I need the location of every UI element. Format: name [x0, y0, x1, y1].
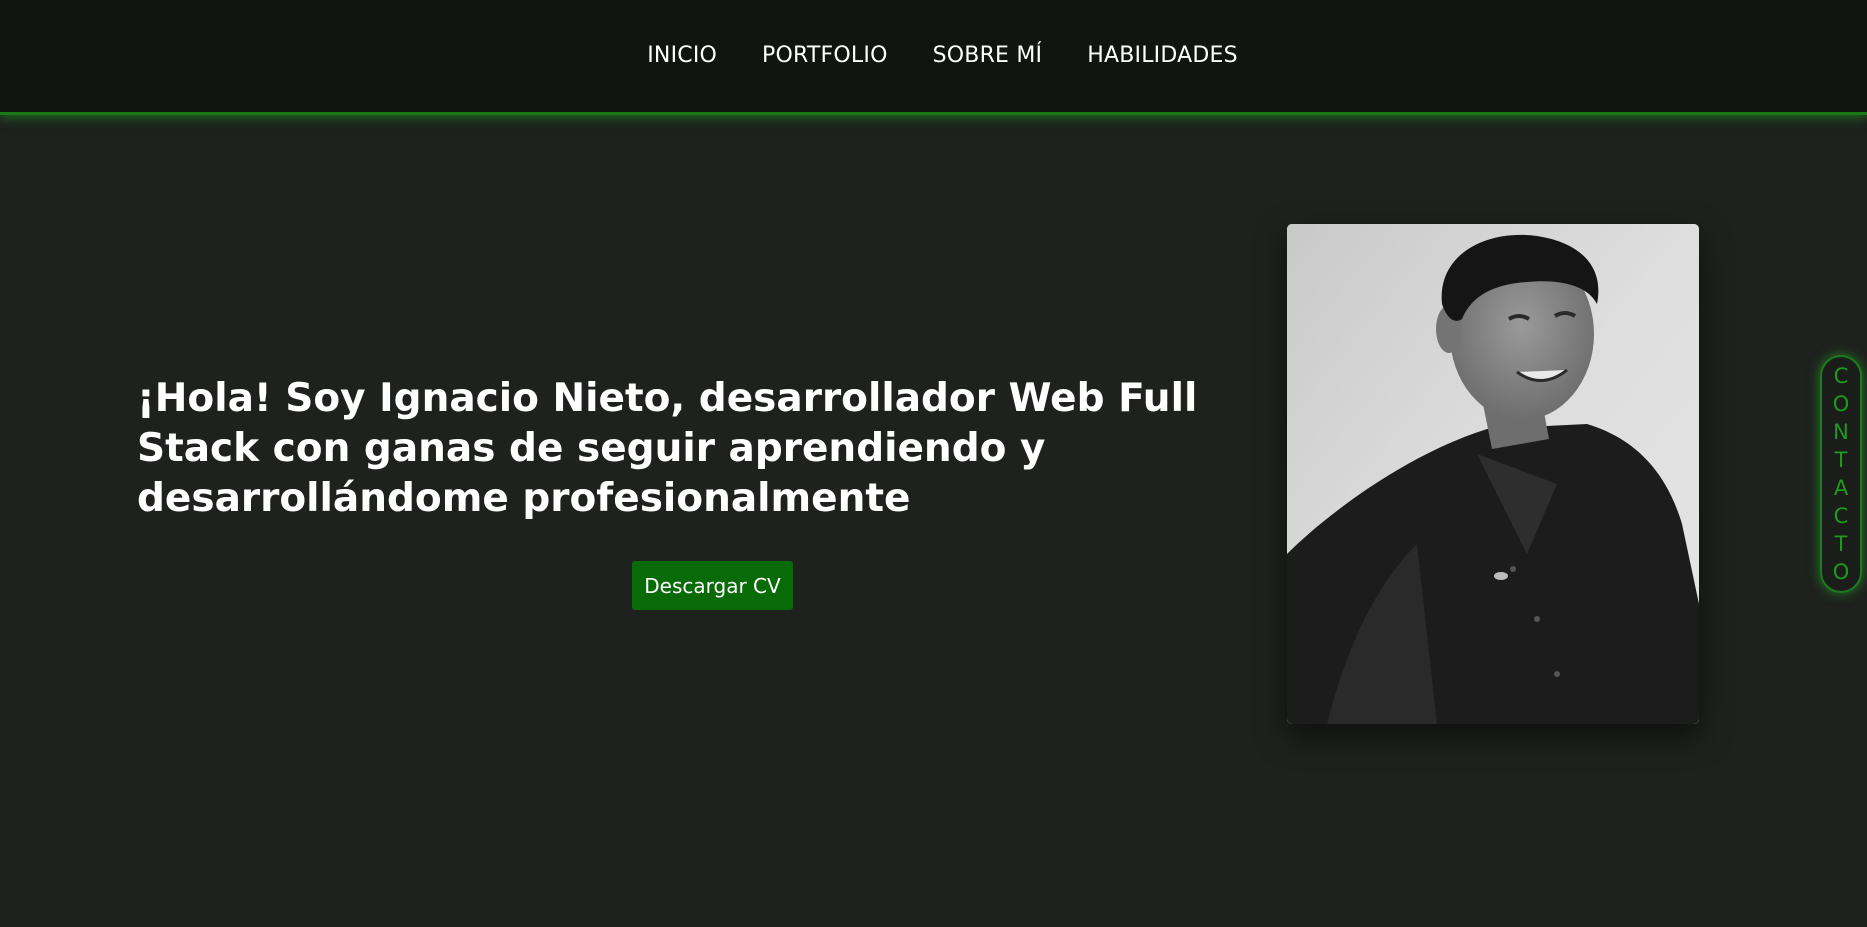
contact-letter: O: [1832, 392, 1850, 416]
contact-tab-label: C O N T A C T O: [1833, 362, 1850, 586]
profile-photo: [1287, 224, 1699, 724]
nav-link-habilidades[interactable]: HABILIDADES: [1087, 43, 1238, 68]
profile-photo-illustration: [1287, 224, 1699, 724]
contact-side-tab[interactable]: C O N T A C T O: [1820, 355, 1862, 593]
contact-letter: C: [1833, 504, 1849, 528]
contact-letter: A: [1833, 476, 1849, 500]
hero-headline: ¡Hola! Soy Ignacio Nieto, desarrollador …: [137, 376, 1198, 521]
contact-letter: C: [1833, 364, 1849, 388]
nav-link-inicio[interactable]: INICIO: [647, 43, 717, 68]
top-navbar: INICIO PORTFOLIO SOBRE MÍ HABILIDADES: [0, 0, 1867, 115]
nav-link-portfolio[interactable]: PORTFOLIO: [762, 43, 888, 68]
contact-letter: T: [1834, 532, 1848, 556]
contact-letter: T: [1834, 448, 1848, 472]
contact-letter: N: [1833, 420, 1849, 444]
nav-links: INICIO PORTFOLIO SOBRE MÍ HABILIDADES: [647, 43, 1238, 68]
nav-link-sobre-mi[interactable]: SOBRE MÍ: [933, 43, 1043, 68]
contact-letter: O: [1832, 560, 1850, 584]
download-cv-button[interactable]: Descargar CV: [632, 561, 793, 610]
